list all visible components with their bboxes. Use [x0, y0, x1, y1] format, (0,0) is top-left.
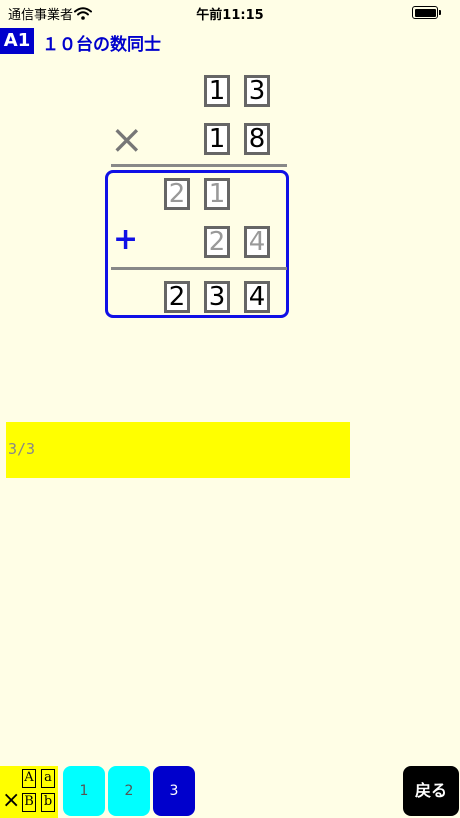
- plus-sign: +: [113, 222, 139, 257]
- step-2-button[interactable]: 2: [108, 766, 150, 816]
- multiplier-ones-digit: 8: [244, 123, 270, 155]
- answer-tens-digit: 3: [204, 281, 230, 313]
- mode-letter-b-lower: b: [41, 793, 55, 812]
- mode-letter-a-lower: a: [41, 769, 55, 788]
- step-3-button[interactable]: 3: [153, 766, 195, 816]
- mode-letter-a-upper: A: [22, 769, 36, 788]
- status-bar: 通信事業者 午前11:15: [0, 0, 460, 26]
- step-1-button[interactable]: 1: [63, 766, 105, 816]
- partial-1-ones-digit: 1: [204, 178, 230, 210]
- partial-1-tens-digit: 2: [164, 178, 190, 210]
- partial-2-tens-digit: 2: [204, 226, 230, 258]
- progress-bar: [6, 422, 350, 478]
- multiplicand-tens-digit: 1: [204, 75, 230, 107]
- status-time: 午前11:15: [196, 8, 264, 23]
- partial-2-ones-digit: 4: [244, 226, 270, 258]
- answer-hundreds-digit: 2: [164, 281, 190, 313]
- sum-rule: [111, 267, 287, 270]
- multiplicand-ones-digit: 3: [244, 75, 270, 107]
- page-title: １０台の数同士: [42, 35, 161, 55]
- mode-letter-b-upper: B: [22, 793, 36, 812]
- multiplier-tens-digit: 1: [204, 123, 230, 155]
- battery-icon: [412, 6, 441, 19]
- product-rule: [111, 164, 287, 167]
- back-button[interactable]: 戻る: [403, 766, 459, 816]
- mode-times-icon: ×: [2, 788, 21, 813]
- progress-text: 3/3: [8, 440, 36, 458]
- level-badge: A1: [0, 28, 34, 54]
- mode-toggle-button[interactable]: × A a B b: [0, 766, 58, 818]
- answer-ones-digit: 4: [244, 281, 270, 313]
- times-sign: ×: [110, 117, 144, 163]
